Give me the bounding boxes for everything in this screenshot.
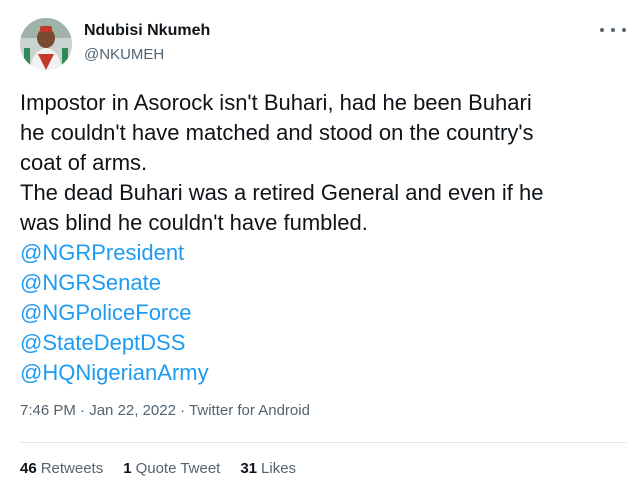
likes-label: Likes [261, 460, 297, 477]
mention-link[interactable]: @HQNigerianArmy [20, 358, 626, 388]
more-dot [611, 28, 615, 32]
tweet-line: coat of arms. [20, 150, 148, 175]
quotes-count: 1 [123, 460, 132, 477]
tweet-meta: 7:46 PM · Jan 22, 2022 · Twitter for And… [20, 402, 310, 419]
tweet-line: Impostor in Asorock isn't Buhari, had he… [20, 90, 532, 115]
tweet-time[interactable]: 7:46 PM [20, 402, 76, 419]
user-handle[interactable]: @NKUMEH [84, 46, 164, 63]
retweets-count: 46 [20, 460, 37, 477]
quotes-stat[interactable]: 1 Quote Tweet [123, 460, 220, 477]
tweet-line: The dead Buhari was a retired General an… [20, 180, 544, 205]
display-name[interactable]: Ndubisi Nkumeh [84, 22, 210, 40]
mention-link[interactable]: @NGRPresident [20, 238, 626, 268]
meta-separator: · [175, 402, 190, 419]
divider [20, 442, 626, 443]
engagement-stats: 46 Retweets 1 Quote Tweet 31 Likes [20, 460, 296, 477]
more-dot [622, 28, 626, 32]
mention-link[interactable]: @StateDeptDSS [20, 328, 626, 358]
mention-link[interactable]: @NGPoliceForce [20, 298, 626, 328]
tweet-line: was blind he couldn't have fumbled. [20, 210, 368, 235]
tweet-source[interactable]: Twitter for Android [189, 402, 310, 419]
likes-stat[interactable]: 31 Likes [240, 460, 296, 477]
retweets-label: Retweets [40, 460, 104, 477]
retweets-stat[interactable]: 46 Retweets [20, 460, 103, 477]
more-dot [600, 28, 604, 32]
tweet-card: Ndubisi Nkumeh @NKUMEH Impostor in Asoro… [0, 0, 640, 488]
tweet-line: he couldn't have matched and stood on th… [20, 120, 534, 145]
mention-link[interactable]: @NGRSenate [20, 268, 626, 298]
avatar-image [20, 18, 72, 70]
quotes-label: Quote Tweet [135, 460, 221, 477]
meta-separator: · [75, 402, 90, 419]
avatar[interactable] [20, 18, 72, 70]
tweet-date[interactable]: Jan 22, 2022 [89, 402, 176, 419]
likes-count: 31 [240, 460, 258, 477]
tweet-text: Impostor in Asorock isn't Buhari, had he… [20, 88, 626, 388]
more-options-icon[interactable] [600, 22, 626, 38]
